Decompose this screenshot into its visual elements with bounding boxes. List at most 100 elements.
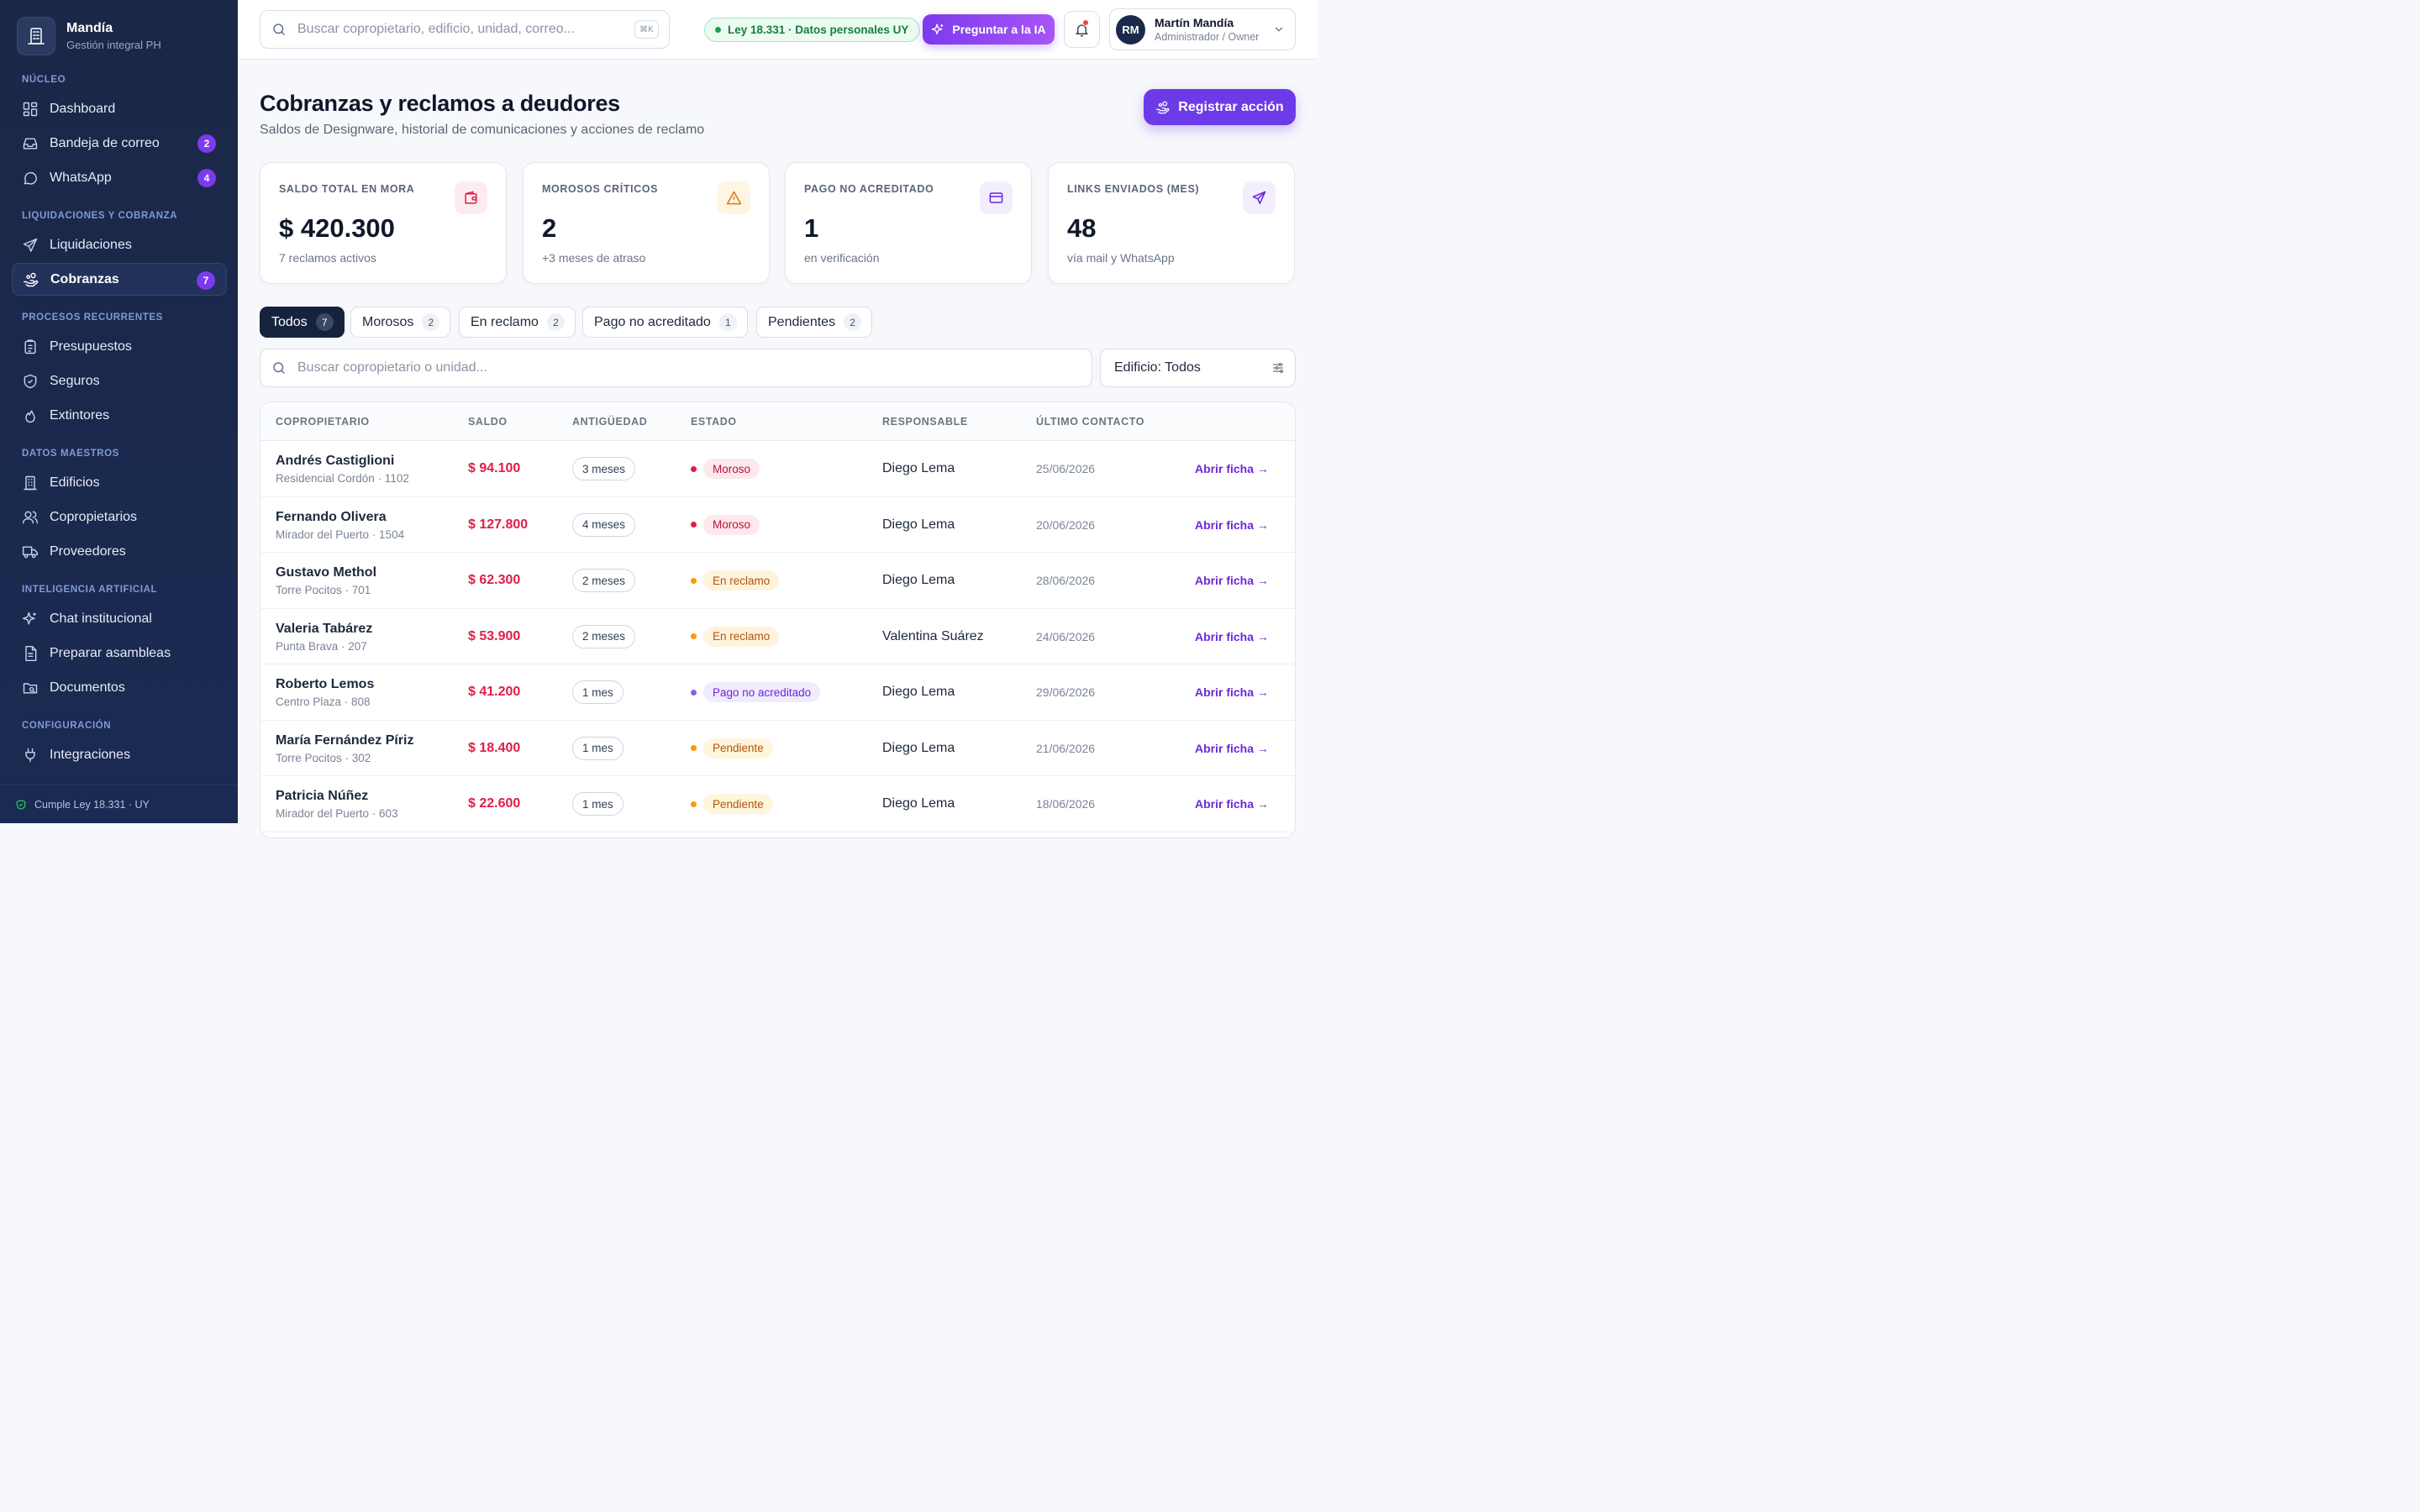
sidebar-item-extintores[interactable]: Extintores [12, 399, 227, 432]
user-name: Martín Mandía [1155, 16, 1234, 29]
sidebar-item-seguros[interactable]: Seguros [12, 365, 227, 397]
sidebar-item-proveedores[interactable]: Proveedores [12, 535, 227, 568]
open-record-link[interactable]: Abrir ficha → [1195, 630, 1269, 643]
sidebar-item-integraciones[interactable]: Integraciones [12, 738, 227, 771]
shield-check-icon [15, 799, 27, 811]
tab-en-reclamo[interactable]: En reclamo 2 [459, 307, 576, 338]
credit-card-icon [980, 181, 1013, 214]
tab-label: Todos [271, 314, 308, 329]
sidebar-item-edificios[interactable]: Edificios [12, 466, 227, 499]
sidebar-item-whatsapp[interactable]: WhatsApp 4 [12, 161, 227, 194]
notifications-button[interactable] [1064, 11, 1100, 48]
column-header[interactable]: ESTADO [691, 416, 737, 428]
age-badge: 1 mes [572, 792, 623, 816]
status-badge: Moroso [691, 459, 760, 479]
inbox-icon [22, 135, 39, 152]
tab-count: 2 [844, 313, 862, 331]
owner-name: Patricia Núñez [276, 789, 369, 803]
sidebar-item-label: Bandeja de correo [50, 135, 160, 150]
open-record-link[interactable]: Abrir ficha → [1195, 685, 1269, 699]
tab-count: 7 [315, 313, 334, 331]
table-row[interactable]: María Fernández Píriz Torre Pocitos · 302… [260, 721, 1295, 776]
tab-count: 1 [718, 313, 737, 331]
building-logo-icon [17, 17, 55, 55]
balance-amount: $ 127.800 [468, 517, 529, 532]
tab-pendientes[interactable]: Pendientes 2 [756, 307, 873, 338]
open-record-link[interactable]: Abrir ficha → [1195, 574, 1269, 587]
sidebar-item-label: Edificios [50, 475, 100, 490]
column-header[interactable]: COPROPIETARIO [276, 416, 370, 428]
tab-pago-no-acreditado[interactable]: Pago no acreditado 1 [582, 307, 748, 338]
sidebar-item-chat-institucional[interactable]: Chat institucional [12, 602, 227, 635]
debtor-search[interactable] [260, 349, 1092, 387]
status-label: Pendiente [703, 738, 773, 759]
sidebar-item-label: Documentos [50, 680, 125, 695]
send-icon [1243, 181, 1276, 214]
sidebar-item-preparar-asambleas[interactable]: Preparar asambleas [12, 637, 227, 669]
open-record-link[interactable]: Abrir ficha → [1195, 462, 1269, 475]
column-header[interactable]: ANTIGÜEDAD [572, 416, 647, 428]
status-dot [691, 801, 697, 807]
owner-name: Fernando Olivera [276, 509, 387, 524]
kpi-card-total-mora: SALDO TOTAL EN MORA $ 420.300 7 reclamos… [260, 162, 507, 284]
debtor-search-input[interactable] [297, 360, 1054, 375]
global-search-input[interactable] [297, 22, 617, 37]
table-row[interactable]: Andrés Castiglioni Residencial Cordón · 1… [260, 441, 1295, 497]
column-header[interactable]: ÚLTIMO CONTACTO [1036, 416, 1144, 428]
kpi-card-pago-no-acreditado: PAGO NO ACREDITADO 1 en verificación [785, 162, 1032, 284]
ask-ai-label: Preguntar a la IA [952, 23, 1046, 36]
sidebar-item-documentos[interactable]: Documentos [12, 671, 227, 704]
flame-icon [22, 407, 39, 424]
owner-unit: Mirador del Puerto · 603 [276, 807, 398, 820]
owner-unit: Torre Pocitos · 302 [276, 751, 371, 764]
folder-search-icon [22, 680, 39, 696]
sidebar-item-cobranzas[interactable]: Cobranzas 7 [12, 263, 227, 296]
open-record-link[interactable]: Abrir ficha → [1195, 742, 1269, 755]
table-row[interactable]: Gustavo Methol Torre Pocitos · 701 $ 62.30… [260, 553, 1295, 609]
responsible-name: Diego Lema [882, 685, 955, 699]
sidebar-item-inbox[interactable]: Bandeja de correo 2 [12, 127, 227, 160]
last-contact-date: 28/06/2026 [1036, 574, 1096, 587]
nav-section-title: DATOS MAESTROS [22, 449, 119, 459]
table-row[interactable]: Valeria Tabárez Punta Brava · 207 $ 53.900… [260, 609, 1295, 664]
global-search[interactable]: ⌘K [260, 10, 670, 49]
column-header[interactable]: SALDO [468, 416, 508, 428]
building-filter-select[interactable]: Edificio: Todos [1100, 349, 1296, 387]
table-row[interactable]: Patricia Núñez Mirador del Puerto · 603 $ … [260, 776, 1295, 832]
sidebar-item-label: Dashboard [50, 101, 116, 116]
open-record-link[interactable]: Abrir ficha → [1195, 518, 1269, 532]
responsible-name: Diego Lema [882, 461, 955, 475]
table-row[interactable]: Roberto Lemos Centro Plaza · 808 $ 41.200 1… [260, 664, 1295, 721]
balance-amount: $ 53.900 [468, 628, 521, 643]
table-header: COPROPIETARIO SALDO ANTIGÜEDAD ESTADO RE… [260, 402, 1295, 441]
sidebar-item-presupuestos[interactable]: Presupuestos [12, 330, 227, 363]
kpi-sub: +3 meses de atraso [542, 251, 646, 265]
kpi-sub: en verificación [804, 251, 880, 265]
tab-todos[interactable]: Todos 7 [260, 307, 345, 338]
chat-bubble-icon [22, 170, 39, 186]
status-dot [691, 522, 697, 528]
sidebar-item-dashboard[interactable]: Dashboard [12, 92, 227, 125]
page-title: Cobranzas y reclamos a deudores [260, 91, 620, 116]
sidebar-item-copropietarios[interactable]: Copropietarios [12, 501, 227, 533]
status-badge: Pendiente [691, 794, 773, 814]
sidebar-item-label: Preparar asambleas [50, 645, 171, 660]
tab-label: Pago no acreditado [594, 314, 711, 329]
open-record-link[interactable]: Abrir ficha → [1195, 797, 1269, 811]
plug-icon [22, 747, 39, 764]
sidebar-item-label: Cobranzas [50, 271, 119, 286]
sidebar-item-liquidaciones[interactable]: Liquidaciones [12, 228, 227, 261]
tab-count: 2 [422, 313, 440, 331]
last-contact-date: 29/06/2026 [1036, 685, 1096, 699]
balance-amount: $ 22.600 [468, 796, 521, 811]
tab-morosos[interactable]: Morosos 2 [350, 307, 451, 338]
wallet-icon [455, 181, 487, 214]
brand[interactable]: Mandía Gestión integral PH [17, 17, 161, 55]
sidebar-item-label: Integraciones [50, 747, 131, 762]
table-row[interactable]: Fernando Olivera Mirador del Puerto · 150… [260, 497, 1295, 553]
column-header[interactable]: RESPONSABLE [882, 416, 968, 428]
ask-ai-button[interactable]: Preguntar a la IA [923, 14, 1055, 45]
register-action-button[interactable]: Registrar acción [1144, 89, 1296, 125]
tab-label: En reclamo [471, 314, 539, 329]
user-menu[interactable]: RM Martín Mandía Administrador / Owner [1109, 8, 1296, 50]
